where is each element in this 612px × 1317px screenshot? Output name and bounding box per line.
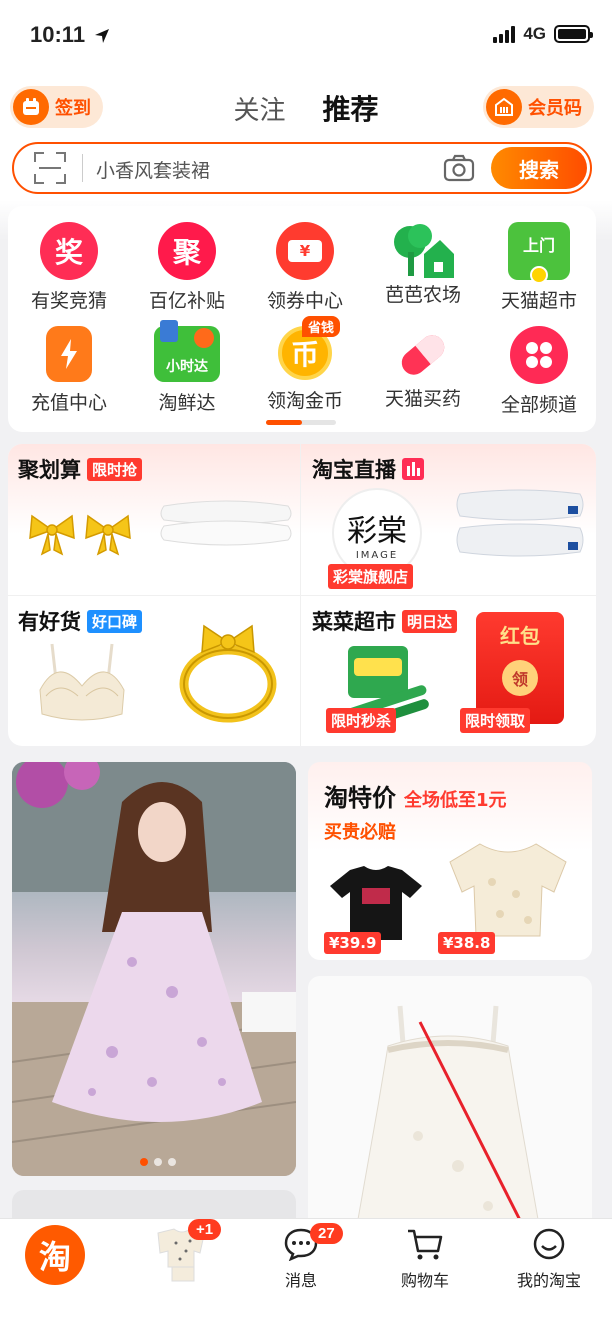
tab-label: 消息 xyxy=(284,1271,317,1290)
tab-label: 购物车 xyxy=(400,1271,449,1290)
taobao-home-icon: 淘 xyxy=(25,1225,85,1285)
profile-smile-icon xyxy=(533,1228,565,1260)
message-count-badge: 27 xyxy=(310,1223,343,1244)
tab-messages[interactable]: 消息 27 xyxy=(246,1223,356,1291)
tab-home[interactable]: 淘 xyxy=(0,1225,110,1285)
tab-cart[interactable]: 购物车 xyxy=(370,1227,480,1291)
tab-recent-item[interactable]: +1 xyxy=(126,1219,236,1289)
tab-label: 我的淘宝 xyxy=(516,1271,581,1290)
tab-my-taobao[interactable]: 我的淘宝 xyxy=(494,1227,604,1291)
bottom-tab-bar: 淘 +1 消息 27 购物车 我的淘宝 xyxy=(0,1218,612,1317)
cart-add-badge: +1 xyxy=(188,1219,222,1240)
annotation-arrow xyxy=(418,1021,540,1262)
shopping-cart-icon xyxy=(408,1229,443,1260)
